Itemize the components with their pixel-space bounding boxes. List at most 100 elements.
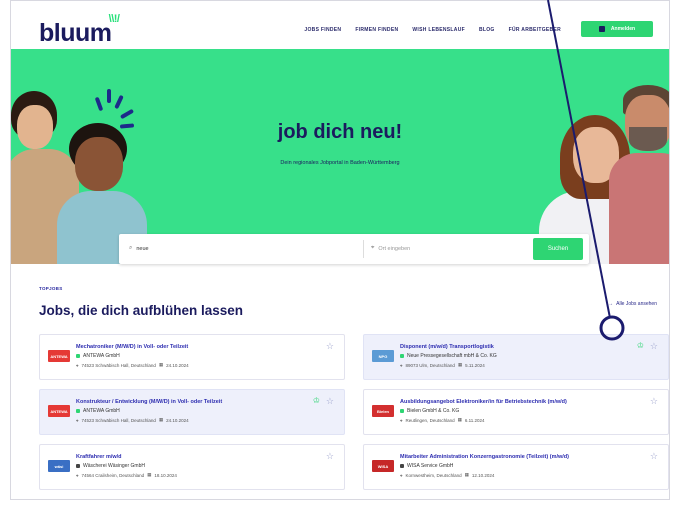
arrow-right-icon: → bbox=[608, 301, 614, 307]
search-icon: ⌕ bbox=[129, 245, 133, 251]
job-title[interactable]: Mechatroniker (M/W/D) in Voll- oder Teil… bbox=[76, 344, 188, 350]
bluum-logo[interactable]: bluum \\!/ bbox=[39, 13, 120, 48]
job-title[interactable]: Ausbildungsangebot Elektroniker/in für B… bbox=[400, 399, 567, 405]
bookmark-star-icon[interactable]: ☆ bbox=[650, 396, 658, 407]
company-logo: NPG bbox=[372, 350, 394, 362]
company-name: ANTEWA GmbH bbox=[83, 408, 120, 414]
job-date: 24.10.2024 bbox=[166, 362, 189, 368]
logo-text: bluum bbox=[39, 19, 112, 47]
company-row: Neue Pressegesellschaft mbH & Co. KG bbox=[400, 353, 497, 359]
job-card[interactable]: WISA Mitarbeiter Administration Konzerng… bbox=[363, 444, 669, 490]
company-logo: wäsi bbox=[48, 460, 70, 472]
location-placeholder: Ort eingeben bbox=[378, 245, 411, 252]
job-title[interactable]: Kraftfahrer m/w/d bbox=[76, 454, 122, 460]
hero-banner: job dich neu! Dein regionales Jobportal … bbox=[11, 49, 669, 264]
job-date: 12.10.2024 bbox=[471, 472, 495, 478]
meta-row: ⌖ 74523 Schwäbisch Hall, Deutschland ▦ 24.1… bbox=[76, 417, 189, 423]
company-logo: ANTEWA bbox=[48, 405, 70, 417]
browser-page: bluum \\!/ JOBS FINDEN FIRMEN FINDEN WIS… bbox=[10, 0, 670, 500]
award-icon: ♔ bbox=[636, 341, 644, 350]
location-input[interactable]: ⌖ Ort eingeben bbox=[371, 245, 410, 252]
login-label: Anmelden bbox=[610, 26, 636, 32]
bookmark-star-icon[interactable]: ☆ bbox=[326, 396, 334, 407]
company-icon bbox=[76, 464, 80, 468]
job-date: 18.10.2024 bbox=[154, 472, 177, 478]
nav-arbeitgeber[interactable]: FÜR ARBEITGEBER bbox=[509, 27, 561, 33]
pin-icon: ⌖ bbox=[400, 472, 403, 478]
company-row: Bielen GmbH & Co. KG bbox=[400, 408, 459, 414]
pin-icon: ⌖ bbox=[76, 472, 79, 478]
job-location: 74523 Schwäbisch Hall, Deutschland bbox=[81, 417, 156, 423]
search-button[interactable]: Suchen bbox=[533, 238, 583, 260]
company-row: WISA Service GmbH bbox=[400, 463, 453, 469]
job-card[interactable]: NPG Disponent (m/w/d) Transportlogistik … bbox=[363, 334, 669, 380]
company-icon bbox=[76, 409, 80, 413]
company-logo: Bielen bbox=[372, 405, 394, 417]
bookmark-star-icon[interactable]: ☆ bbox=[326, 451, 334, 462]
award-icon: ♔ bbox=[312, 396, 320, 405]
pin-icon: ⌖ bbox=[400, 417, 403, 423]
job-location: Reutlingen, Deutschland bbox=[405, 417, 455, 423]
all-jobs-label: Alle Jobs ansehen bbox=[616, 301, 657, 307]
meta-row: ⌖ 74564 Crailsheim, Deutschland ▦ 18.10.202… bbox=[76, 472, 177, 478]
company-icon bbox=[400, 354, 404, 358]
company-icon bbox=[76, 354, 80, 358]
job-title[interactable]: Mitarbeiter Administration Konzerngastro… bbox=[400, 454, 569, 460]
job-date: 24.10.2024 bbox=[166, 417, 189, 423]
job-location: 74564 Crailsheim, Deutschland bbox=[81, 472, 145, 478]
section-title: Jobs, die dich aufblühen lassen bbox=[39, 303, 244, 318]
hero-title: job dich neu! bbox=[277, 121, 403, 143]
calendar-icon: ▦ bbox=[158, 362, 164, 367]
job-card[interactable]: wäsi Kraftfahrer m/w/d Wäscherei Wäsinge… bbox=[39, 444, 345, 490]
job-card[interactable]: ANTEWA Konstrukteur / Entwicklung (M/W/D… bbox=[39, 389, 345, 435]
job-title[interactable]: Disponent (m/w/d) Transportlogistik bbox=[400, 344, 494, 350]
calendar-icon: ▦ bbox=[457, 417, 462, 422]
pin-icon: ⌖ bbox=[400, 362, 403, 368]
nav-firmen-finden[interactable]: FIRMEN FINDEN bbox=[355, 27, 398, 33]
company-logo: ANTEWA bbox=[48, 350, 70, 362]
job-search-bar: ⌕ neue ⌖ Ort eingeben Suchen bbox=[119, 234, 589, 264]
calendar-icon: ▦ bbox=[158, 417, 164, 422]
bookmark-star-icon[interactable]: ☆ bbox=[326, 341, 334, 352]
job-card[interactable]: ANTEWA Mechatroniker (M/W/D) in Voll- od… bbox=[39, 334, 345, 380]
nav-blog[interactable]: BLOG bbox=[479, 27, 495, 33]
company-icon bbox=[400, 464, 404, 468]
company-icon bbox=[400, 409, 404, 413]
hero-subtitle: Dein regionales Jobportal in Baden-Württ… bbox=[280, 160, 400, 166]
meta-row: ⌖ Kornwestheim, Deutschland ▦ 12.10.2024 bbox=[400, 472, 494, 478]
calendar-icon: ▦ bbox=[457, 362, 463, 367]
company-row: ANTEWA GmbH bbox=[76, 353, 120, 359]
job-title[interactable]: Konstrukteur / Entwicklung (M/W/D) in Vo… bbox=[76, 399, 222, 405]
job-date: 5.11.2024 bbox=[465, 362, 485, 368]
section-eyebrow: TOPJOBS bbox=[39, 286, 63, 291]
company-name: WISA Service GmbH bbox=[407, 463, 454, 469]
keyword-value: neue bbox=[136, 245, 149, 252]
bookmark-star-icon[interactable]: ☆ bbox=[650, 341, 658, 352]
calendar-icon: ▦ bbox=[147, 472, 152, 477]
logo-spark-icon: \\!/ bbox=[108, 13, 120, 25]
nav-lebenslauf[interactable]: WISH LEBENSLAUF bbox=[412, 27, 465, 33]
keyword-input[interactable]: ⌕ neue bbox=[129, 245, 149, 252]
lock-icon bbox=[598, 26, 605, 32]
calendar-icon: ▦ bbox=[464, 472, 469, 477]
company-name: Neue Pressegesellschaft mbH & Co. KG bbox=[407, 353, 497, 359]
job-date: 6.11.2024 bbox=[464, 417, 485, 423]
job-location: Kornwestheim, Deutschland bbox=[405, 472, 462, 478]
all-jobs-link[interactable]: → Alle Jobs ansehen bbox=[608, 301, 657, 307]
company-name: Bielen GmbH & Co. KG bbox=[407, 408, 460, 414]
search-divider bbox=[363, 240, 364, 258]
login-button[interactable]: Anmelden bbox=[581, 21, 653, 37]
company-row: ANTEWA GmbH bbox=[76, 408, 120, 414]
pin-icon: ⌖ bbox=[76, 362, 79, 368]
job-card[interactable]: Bielen Ausbildungsangebot Elektroniker/i… bbox=[363, 389, 669, 435]
pin-icon: ⌖ bbox=[76, 417, 79, 423]
meta-row: ⌖ Reutlingen, Deutschland ▦ 6.11.2024 bbox=[400, 417, 485, 423]
meta-row: ⌖ 74523 Schwäbisch Hall, Deutschland ▦ 24.1… bbox=[76, 362, 189, 368]
job-location: 74523 Schwäbisch Hall, Deutschland bbox=[81, 362, 156, 368]
nav-jobs-finden[interactable]: JOBS FINDEN bbox=[304, 27, 341, 33]
bookmark-star-icon[interactable]: ☆ bbox=[650, 451, 658, 462]
job-location: 89073 Ulm, Deutschland bbox=[405, 362, 455, 368]
meta-row: ⌖ 89073 Ulm, Deutschland ▦ 5.11.2024 bbox=[400, 362, 485, 368]
main-nav: JOBS FINDEN FIRMEN FINDEN WISH LEBENSLAU… bbox=[304, 27, 561, 33]
company-name: Wäscherei Wäsinger GmbH bbox=[83, 463, 145, 469]
